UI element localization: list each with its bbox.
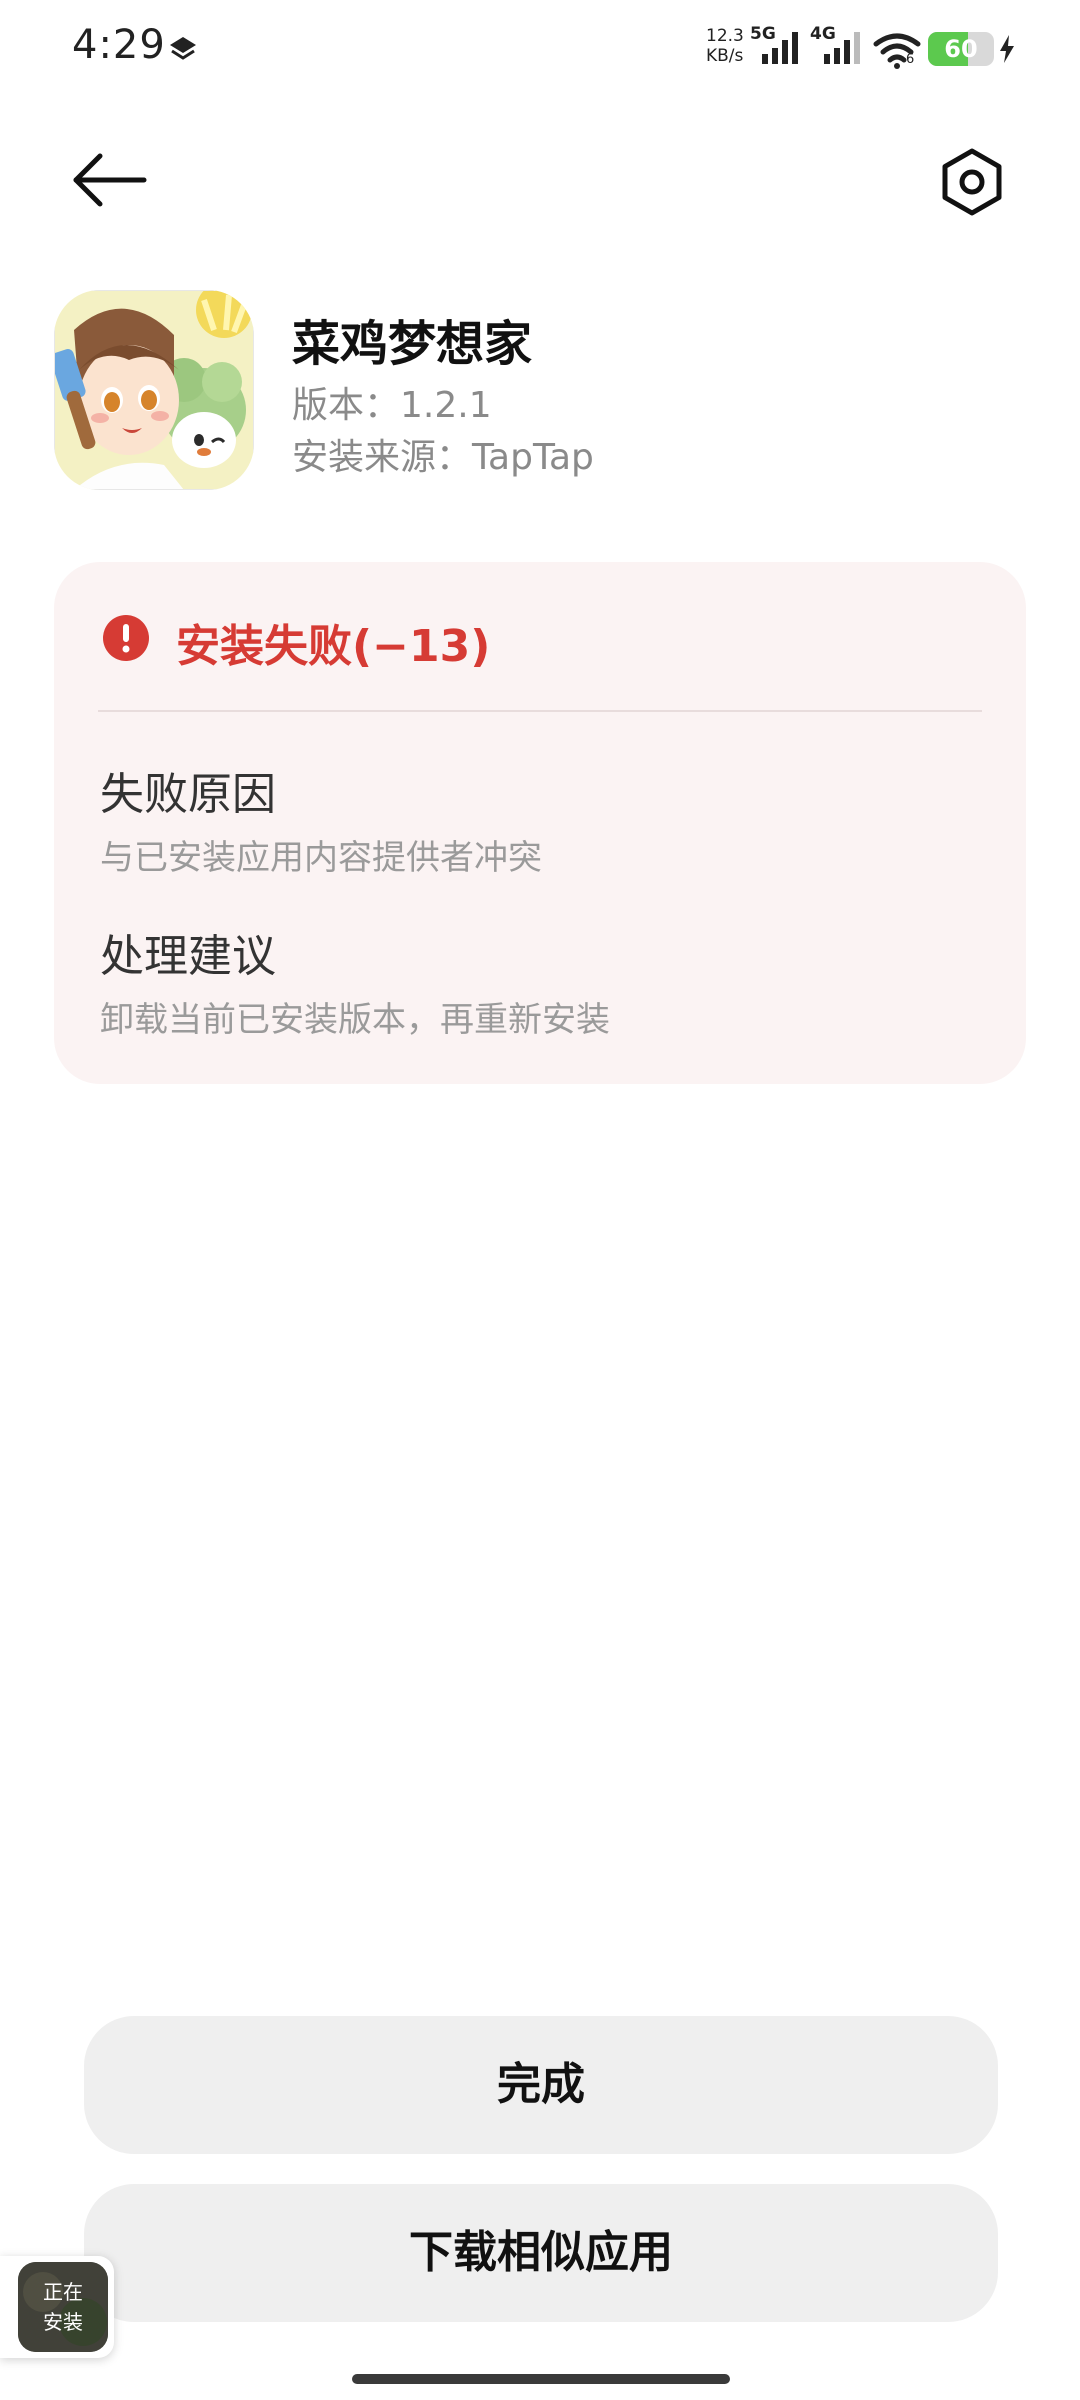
installing-label-line1: 正在 bbox=[43, 2280, 83, 2304]
network-speed-unit: KB/s bbox=[706, 46, 744, 66]
install-error-card: 安装失败(−13) 失败原因 与已安装应用内容提供者冲突 处理建议 卸载当前已安… bbox=[54, 562, 1026, 1084]
installing-label-line2: 安装 bbox=[43, 2310, 83, 2334]
cellular-signal-icon bbox=[762, 32, 798, 64]
wifi-icon bbox=[873, 33, 921, 69]
error-title: 安装失败(−13) bbox=[176, 621, 491, 672]
app-version: 版本：1.2.1 bbox=[292, 385, 492, 426]
arrow-left-icon bbox=[73, 153, 147, 207]
suggestion-heading: 处理建议 bbox=[100, 931, 276, 982]
screen: 4:29 12.3 KB/s 5G 4G 6 60 菜鸡梦想家 版本：1.2.1… bbox=[0, 0, 1080, 2400]
battery-icon: 60 bbox=[928, 32, 994, 66]
battery-level: 60 bbox=[944, 35, 978, 63]
settings-hex-icon bbox=[942, 148, 1002, 216]
cellular-signal-icon-2 bbox=[824, 32, 860, 64]
error-alert-icon bbox=[103, 615, 149, 661]
done-button[interactable]: 完成 bbox=[84, 2016, 998, 2154]
settings-button[interactable] bbox=[936, 146, 1008, 218]
installing-app-thumbnail: 正在 安装 bbox=[18, 2262, 108, 2352]
layers-icon bbox=[170, 37, 196, 60]
download-similar-apps-button[interactable]: 下载相似应用 bbox=[84, 2184, 998, 2322]
failure-reason-heading: 失败原因 bbox=[100, 769, 276, 820]
installing-floating-bubble[interactable]: 正在 安装 bbox=[0, 2256, 114, 2358]
app-icon bbox=[54, 290, 254, 490]
card-divider bbox=[98, 710, 982, 712]
app-install-source: 安装来源：TapTap bbox=[292, 437, 594, 478]
status-time: 4:29 bbox=[72, 22, 166, 68]
wifi-sub-label: 6 bbox=[906, 52, 915, 67]
failure-reason-text: 与已安装应用内容提供者冲突 bbox=[100, 838, 542, 878]
installing-app-image bbox=[18, 2262, 108, 2352]
app-name: 菜鸡梦想家 bbox=[292, 316, 533, 372]
suggestion-text: 卸载当前已安装版本，再重新安装 bbox=[100, 1000, 610, 1040]
home-indicator[interactable] bbox=[352, 2374, 730, 2384]
back-button[interactable] bbox=[70, 146, 150, 214]
status-bar: 4:29 12.3 KB/s 5G 4G 6 60 bbox=[0, 0, 1080, 100]
charging-icon bbox=[1000, 35, 1014, 63]
